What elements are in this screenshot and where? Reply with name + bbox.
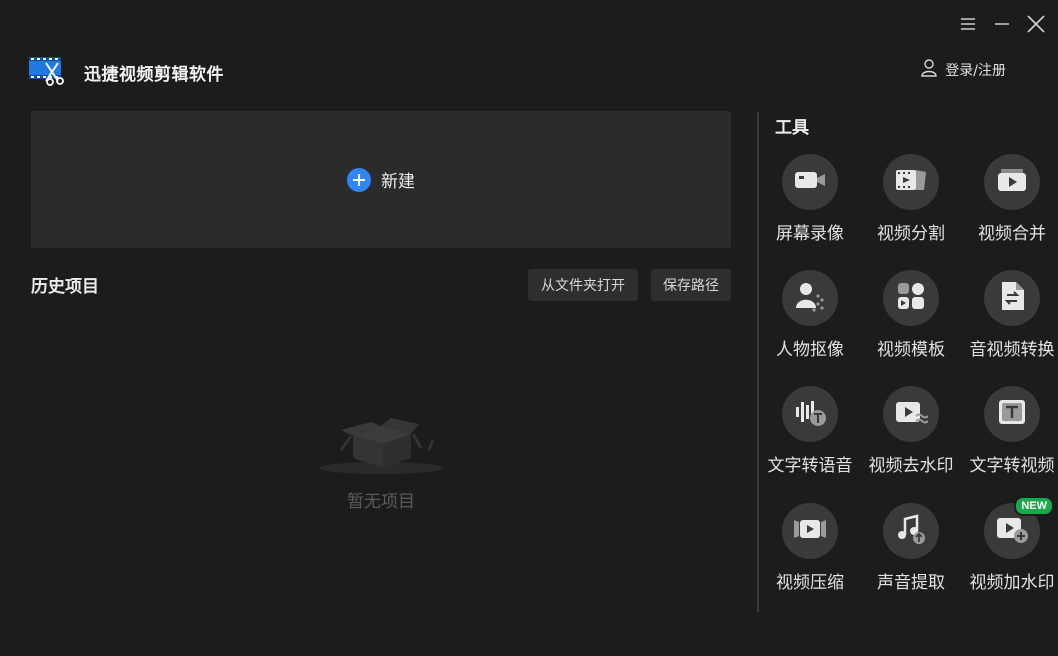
tool-remove-watermark[interactable]: 视频去水印 bbox=[861, 386, 961, 476]
tool-label: 文字转视频 bbox=[969, 456, 1055, 476]
tool-icon-wrap bbox=[984, 386, 1040, 442]
tool-icon-wrap: NEW bbox=[984, 496, 1054, 559]
tool-label: 视频模板 bbox=[877, 340, 945, 360]
tool-screen-record[interactable]: 屏幕录像 bbox=[760, 154, 860, 244]
plus-icon bbox=[347, 167, 371, 192]
tools-title: 工具 bbox=[775, 118, 809, 138]
new-project-button[interactable]: 新建 bbox=[31, 111, 731, 248]
tool-label: 音视频转换 bbox=[969, 340, 1055, 360]
tool-icon-wrap bbox=[883, 503, 939, 559]
app-title: 迅捷视频剪辑软件 bbox=[84, 64, 224, 85]
tool-video-compress[interactable]: 视频压缩 bbox=[760, 503, 860, 593]
new-project-label: 新建 bbox=[381, 172, 415, 192]
person-cutout-icon bbox=[794, 280, 826, 316]
window-controls bbox=[958, 14, 1046, 34]
tool-video-split[interactable]: 视频分割 bbox=[861, 154, 961, 244]
tool-icon-wrap bbox=[984, 270, 1040, 326]
tool-label: 视频压缩 bbox=[776, 573, 844, 593]
tool-icon-wrap bbox=[782, 270, 838, 326]
camera-icon bbox=[793, 168, 827, 196]
tool-icon-wrap bbox=[984, 154, 1040, 210]
minimize-icon[interactable] bbox=[992, 14, 1012, 34]
tool-av-convert[interactable]: 音视频转换 bbox=[962, 270, 1058, 360]
tool-icon-wrap bbox=[883, 154, 939, 210]
tool-label: 文字转语音 bbox=[767, 456, 853, 476]
file-convert-icon bbox=[998, 280, 1026, 316]
tool-person-cutout[interactable]: 人物抠像 bbox=[760, 270, 860, 360]
close-icon[interactable] bbox=[1026, 14, 1046, 34]
save-path-button[interactable]: 保存路径 bbox=[651, 269, 731, 301]
text-to-video-icon bbox=[997, 398, 1027, 430]
tool-text-to-video[interactable]: 文字转视频 bbox=[962, 386, 1058, 476]
tool-label: 视频分割 bbox=[877, 224, 945, 244]
tool-icon-wrap bbox=[883, 270, 939, 326]
tool-icon-wrap bbox=[782, 386, 838, 442]
tool-video-template[interactable]: 视频模板 bbox=[861, 270, 961, 360]
tool-text-to-speech[interactable]: 文字转语音 bbox=[760, 386, 860, 476]
tool-label: 视频合并 bbox=[978, 224, 1046, 244]
tool-icon-wrap bbox=[782, 154, 838, 210]
new-badge: NEW bbox=[1014, 496, 1054, 516]
add-watermark-icon bbox=[995, 514, 1029, 548]
panel-divider bbox=[757, 112, 759, 612]
login-button[interactable]: 登录/注册 bbox=[921, 59, 1006, 81]
remove-watermark-icon bbox=[894, 398, 929, 430]
compress-icon bbox=[792, 516, 828, 546]
open-folder-button[interactable]: 从文件夹打开 bbox=[528, 269, 638, 301]
tool-add-watermark[interactable]: NEW 视频加水印 bbox=[962, 496, 1058, 593]
app-logo-icon bbox=[28, 54, 66, 90]
film-split-icon bbox=[894, 167, 928, 197]
menu-icon[interactable] bbox=[958, 14, 978, 34]
app-brand: 迅捷视频剪辑软件 bbox=[28, 54, 224, 90]
empty-box-icon bbox=[311, 410, 451, 480]
play-merge-icon bbox=[996, 167, 1028, 197]
login-label: 登录/注册 bbox=[945, 63, 1006, 79]
empty-state-text: 暂无项目 bbox=[347, 492, 415, 512]
tool-icon-wrap bbox=[782, 503, 838, 559]
audio-extract-icon bbox=[895, 513, 927, 549]
tool-video-merge[interactable]: 视频合并 bbox=[962, 154, 1058, 244]
tool-label: 声音提取 bbox=[877, 573, 945, 593]
template-icon bbox=[896, 281, 926, 315]
tool-label: 视频去水印 bbox=[868, 456, 954, 476]
tool-label: 人物抠像 bbox=[776, 340, 844, 360]
user-icon bbox=[921, 59, 937, 81]
tool-label: 屏幕录像 bbox=[776, 224, 844, 244]
text-to-speech-icon bbox=[793, 397, 827, 431]
tool-audio-extract[interactable]: 声音提取 bbox=[861, 503, 961, 593]
tool-icon-wrap bbox=[883, 386, 939, 442]
tool-label: 视频加水印 bbox=[969, 573, 1055, 593]
history-title: 历史项目 bbox=[31, 277, 99, 297]
